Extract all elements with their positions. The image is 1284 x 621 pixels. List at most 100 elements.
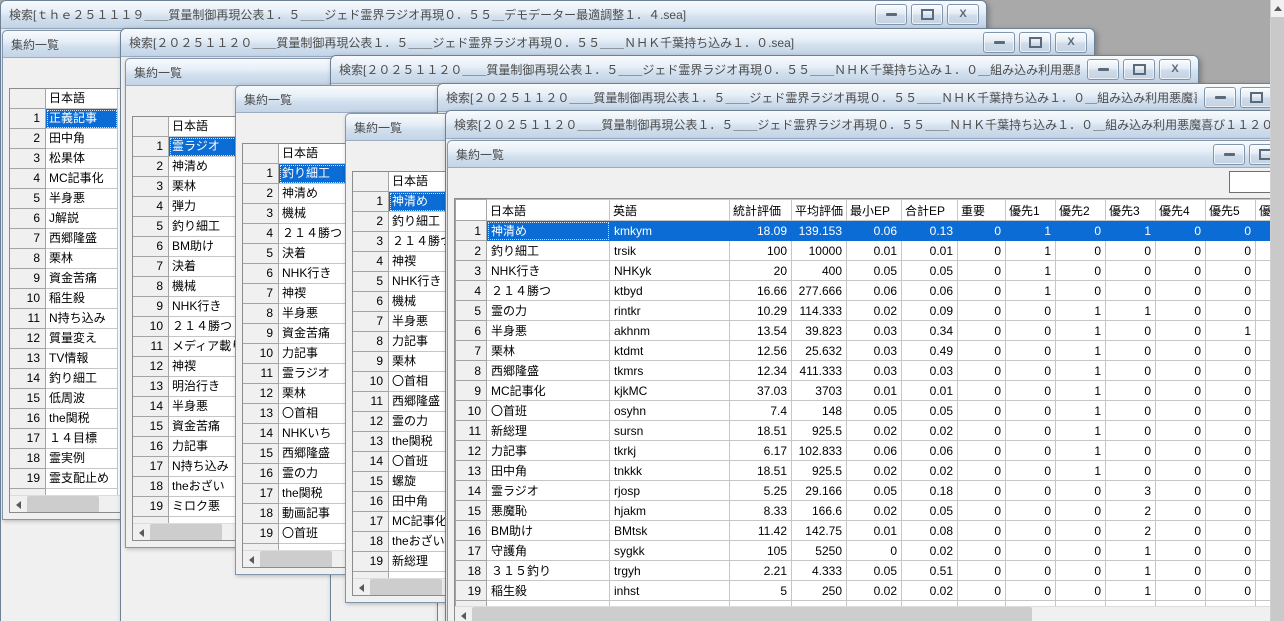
cell[interactable]: 0.01 (847, 381, 902, 401)
cell[interactable]: 0 (1006, 521, 1056, 541)
scroll-left-button[interactable] (353, 579, 370, 596)
cell[interactable]: trsik (610, 241, 730, 261)
cell[interactable]: 1 (1006, 241, 1056, 261)
cell[interactable]: 0 (1156, 341, 1206, 361)
cell[interactable]: 田中角 (487, 461, 610, 481)
cell[interactable]: 0 (1006, 301, 1056, 321)
list-item[interactable]: 11霊ラジオ (243, 364, 353, 384)
japanese-cell[interactable]: BM助け (169, 237, 241, 257)
japanese-cell[interactable]: 栗林 (279, 384, 351, 404)
cell[interactable]: 5250 (792, 541, 847, 561)
cell[interactable]: 0 (1206, 361, 1256, 381)
japanese-cell[interactable]: 釣り細工 (46, 369, 118, 389)
cell[interactable]: rintkr (610, 301, 730, 321)
cell[interactable]: 0.05 (847, 401, 902, 421)
cell[interactable]: hjakm (610, 501, 730, 521)
cell[interactable]: 0 (958, 461, 1006, 481)
close-button[interactable]: X (1055, 32, 1087, 53)
japanese-cell[interactable]: TV情報 (46, 349, 118, 369)
maximize-button[interactable] (1240, 87, 1272, 108)
cell[interactable]: 0 (1206, 221, 1256, 241)
table-row[interactable]: 5霊の力rintkr10.29114.3330.020.09001100 (456, 301, 1274, 321)
cell[interactable]: osyhn (610, 401, 730, 421)
minimize-button[interactable] (1213, 144, 1245, 165)
cell[interactable]: 0 (1206, 281, 1256, 301)
scrollbar-track[interactable] (1032, 607, 1273, 621)
cell[interactable]: 0 (958, 441, 1006, 461)
cell[interactable]: 1 (1056, 341, 1106, 361)
scrollbar-thumb[interactable] (150, 524, 222, 541)
cell[interactable]: 37.03 (730, 381, 792, 401)
list-item[interactable]: 9資金苦痛 (243, 324, 353, 344)
column-header[interactable]: 英語 (610, 200, 730, 221)
cell[interactable]: 277.666 (792, 281, 847, 301)
cell[interactable]: akhnm (610, 321, 730, 341)
japanese-cell[interactable]: 〇首班 (279, 524, 351, 544)
list-item[interactable]: 16霊の力 (243, 464, 353, 484)
cell[interactable]: 0 (1056, 541, 1106, 561)
table-row[interactable]: 7栗林ktdmt12.5625.6320.030.49001000 (456, 341, 1274, 361)
cell[interactable]: 0 (1206, 581, 1256, 601)
cell[interactable]: 1 (1106, 221, 1156, 241)
cell[interactable]: 1 (1106, 581, 1156, 601)
japanese-cell[interactable]: 正義記事 (46, 109, 118, 129)
cell[interactable]: 10.29 (730, 301, 792, 321)
table-row[interactable]: 11新総理sursn18.51925.50.020.02001000 (456, 421, 1274, 441)
japanese-cell[interactable]: N持ち込み (46, 309, 118, 329)
japanese-cell[interactable]: 西郷隆盛 (279, 444, 351, 464)
cell[interactable]: 0 (1056, 241, 1106, 261)
cell[interactable]: 20 (730, 261, 792, 281)
cell[interactable]: 0.02 (902, 421, 958, 441)
cell[interactable]: BM助け (487, 521, 610, 541)
cell[interactable]: 0 (1106, 421, 1156, 441)
cell[interactable]: tkmrs (610, 361, 730, 381)
cell[interactable]: 0.02 (847, 461, 902, 481)
scrollbar-thumb[interactable] (370, 579, 442, 596)
table-row[interactable]: 8西郷隆盛tkmrs12.34411.3330.030.03001000 (456, 361, 1274, 381)
cell[interactable]: ktdmt (610, 341, 730, 361)
cell[interactable]: 釣り細工 (487, 241, 610, 261)
cell[interactable]: 0 (1006, 561, 1056, 581)
list-item[interactable]: 14NHKいち (243, 424, 353, 444)
cell[interactable]: 25.632 (792, 341, 847, 361)
cell[interactable]: 0 (847, 541, 902, 561)
column-header[interactable]: 重要 (958, 200, 1006, 221)
titlebar-window-3[interactable]: 検索[２０２５１１２０＿＿質量制御再現公表１．５＿＿ジェド霊界ラジオ再現０．５５… (331, 56, 1198, 84)
cell[interactable]: rjosp (610, 481, 730, 501)
cell[interactable]: 0.05 (902, 401, 958, 421)
titlebar-summary-main[interactable]: 集約一覧 X (448, 141, 1284, 168)
cell[interactable]: 0 (1156, 581, 1206, 601)
cell[interactable]: 0 (1156, 361, 1206, 381)
cell[interactable]: 0 (958, 561, 1006, 581)
japanese-cell[interactable]: 釣り細工 (279, 164, 351, 184)
cell[interactable]: 0 (1106, 401, 1156, 421)
horizontal-scrollbar[interactable] (10, 495, 120, 513)
japanese-column-header[interactable]: 日本語 (46, 89, 118, 109)
cell[interactable]: 148 (792, 401, 847, 421)
list-item[interactable]: 16力記事 (133, 437, 243, 457)
cell[interactable]: 0 (1156, 221, 1206, 241)
cell[interactable]: 0.02 (902, 581, 958, 601)
list-item[interactable]: 4２１４勝つ (243, 224, 353, 244)
scrollbar-track[interactable] (99, 496, 120, 513)
cell[interactable]: 0 (1106, 461, 1156, 481)
close-button[interactable]: X (1159, 59, 1191, 80)
cell[interactable]: 400 (792, 261, 847, 281)
column-header[interactable]: 最小EP (847, 200, 902, 221)
japanese-cell[interactable]: NHK行き (279, 264, 351, 284)
list-item[interactable]: 10稲生殺 (10, 289, 120, 309)
list-item[interactable]: 17the関税 (243, 484, 353, 504)
table-row[interactable]: 12力記事tkrkj6.17102.8330.060.06001000 (456, 441, 1274, 461)
cell[interactable]: 925.5 (792, 461, 847, 481)
list-item[interactable]: 3機械 (243, 204, 353, 224)
cell[interactable]: 0.09 (902, 301, 958, 321)
cell[interactable]: 5 (730, 581, 792, 601)
cell[interactable]: 0.05 (847, 481, 902, 501)
cell[interactable]: 0 (1006, 381, 1056, 401)
cell[interactable]: 0 (958, 261, 1006, 281)
cell[interactable]: 0.06 (902, 281, 958, 301)
list-item[interactable]: 18theおざい (133, 477, 243, 497)
cell[interactable]: 0.06 (847, 441, 902, 461)
cell[interactable]: 5.25 (730, 481, 792, 501)
japanese-cell[interactable]: 決着 (279, 244, 351, 264)
